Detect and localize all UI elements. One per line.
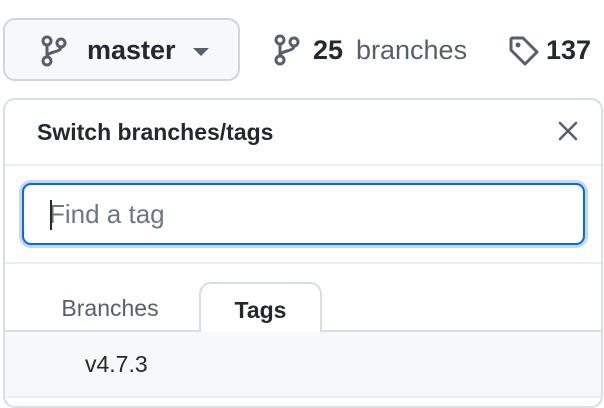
tag-name: v4.7.3 <box>85 351 148 377</box>
tab-tags[interactable]: Tags <box>199 282 322 334</box>
tags-count: 137 <box>546 35 592 65</box>
git-branch-icon <box>272 34 302 75</box>
branches-label: branches <box>356 35 468 65</box>
list-item[interactable]: v4.7.3 <box>5 332 601 398</box>
tag-list: v4.7.3 <box>5 332 601 398</box>
branch-select-button[interactable]: master <box>3 18 240 81</box>
tab-branches[interactable]: Branches <box>33 282 187 334</box>
filter-area <box>5 166 601 264</box>
dropdown-header: Switch branches/tags <box>5 100 601 166</box>
current-branch-name: master <box>87 35 176 65</box>
tag-filter-input[interactable] <box>22 183 585 245</box>
tag-icon <box>508 35 540 76</box>
close-icon[interactable] <box>557 120 579 147</box>
dropdown-title: Switch branches/tags <box>37 119 274 145</box>
chevron-down-icon <box>193 48 209 56</box>
branches-count: 25 <box>313 35 344 65</box>
dropdown-tabs: Branches Tags <box>5 264 601 334</box>
branch-tag-dropdown: Switch branches/tags Branches Tags v4.7.… <box>3 98 603 408</box>
git-branch-icon <box>39 35 69 72</box>
text-cursor <box>50 200 52 230</box>
